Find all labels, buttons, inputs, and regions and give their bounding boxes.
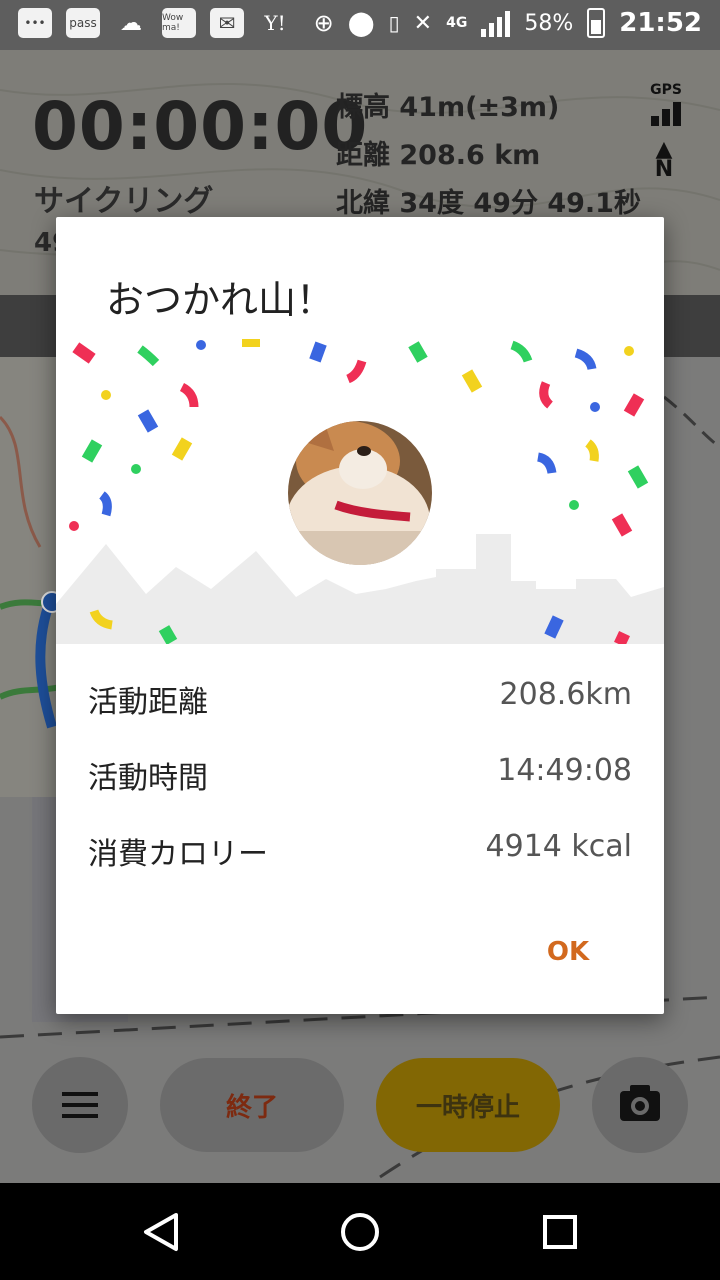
back-icon[interactable] [144, 1213, 178, 1251]
chat-bubble-icon: ••• [18, 8, 52, 38]
pause-button[interactable]: 一時停止 [376, 1058, 560, 1152]
yahoo-icon: Y! [264, 11, 286, 35]
stat-value: 4914 kcal [485, 829, 632, 864]
signal-icon [481, 9, 511, 37]
status-icons-right: ⊕ ⬤ ▯ ✕ 4G 58% 21:52 [314, 8, 702, 38]
camera-button[interactable] [592, 1057, 688, 1153]
location-icon: ⬤ [347, 9, 375, 37]
compass-icon[interactable]: ▲ N [651, 139, 677, 182]
status-bar: ••• pass ☁ Wow ma! ✉ Y! ⊕ ⬤ ▯ ✕ 4G 58% 2… [0, 0, 720, 50]
navigation-bar [0, 1183, 720, 1280]
ok-button[interactable]: OK [526, 930, 610, 974]
activity-type: サイクリング [34, 184, 214, 219]
stat-label: 活動時間 [88, 761, 208, 796]
network-type: 4G [446, 15, 468, 31]
nav-buttons [144, 1213, 577, 1251]
altitude-text: 標高 41m(±3m) [336, 92, 560, 123]
vibrate-icon: ▯ [388, 11, 400, 35]
location-stats: 標高 41m(±3m) 距離 208.6 km 北緯 34度 49分 49.1秒 [336, 84, 641, 228]
menu-button[interactable] [32, 1057, 128, 1153]
stat-value: 14:49:08 [497, 753, 632, 788]
end-button[interactable]: 終了 [160, 1058, 344, 1152]
elapsed-timer: 00:00:00 [32, 88, 369, 165]
gps-signal-icon [644, 100, 688, 126]
stat-value: 208.6km [499, 677, 632, 712]
compass-north-label: N [654, 157, 674, 182]
wowma-icon: Wow ma! [162, 8, 196, 38]
weather-icon: ☁ [120, 10, 142, 36]
stat-label: 消費カロリー [88, 837, 268, 872]
data-saver-icon: ⊕ [313, 9, 334, 37]
camera-icon [620, 1085, 660, 1121]
battery-percent: 58% [524, 10, 574, 36]
end-button-label: 終了 [225, 1092, 278, 1123]
battery-icon [587, 8, 606, 38]
dialog-title: おつかれ山！ [106, 278, 335, 322]
dog-photo [288, 421, 432, 565]
clock: 21:52 [619, 8, 702, 38]
mute-icon: ✕ [413, 10, 433, 36]
stat-label: 活動距離 [88, 685, 208, 720]
pause-button-label: 一時停止 [415, 1092, 520, 1123]
avatar [288, 421, 432, 565]
gps-indicator: GPS [644, 82, 688, 126]
gps-label: GPS [650, 82, 682, 98]
menu-icon [62, 1092, 98, 1125]
recents-icon[interactable] [543, 1215, 577, 1249]
distance-text: 距離 208.6 km [336, 140, 541, 171]
home-icon[interactable] [341, 1213, 379, 1251]
completion-dialog: おつかれ山！ 活動距離 208.6km 活動時間 14:49:08 消費カロリー… [56, 217, 664, 1014]
pass-icon: pass [66, 8, 100, 38]
status-icons-left: ••• pass ☁ Wow ma! ✉ Y! [18, 8, 292, 38]
mail-icon: ✉ [210, 8, 244, 38]
